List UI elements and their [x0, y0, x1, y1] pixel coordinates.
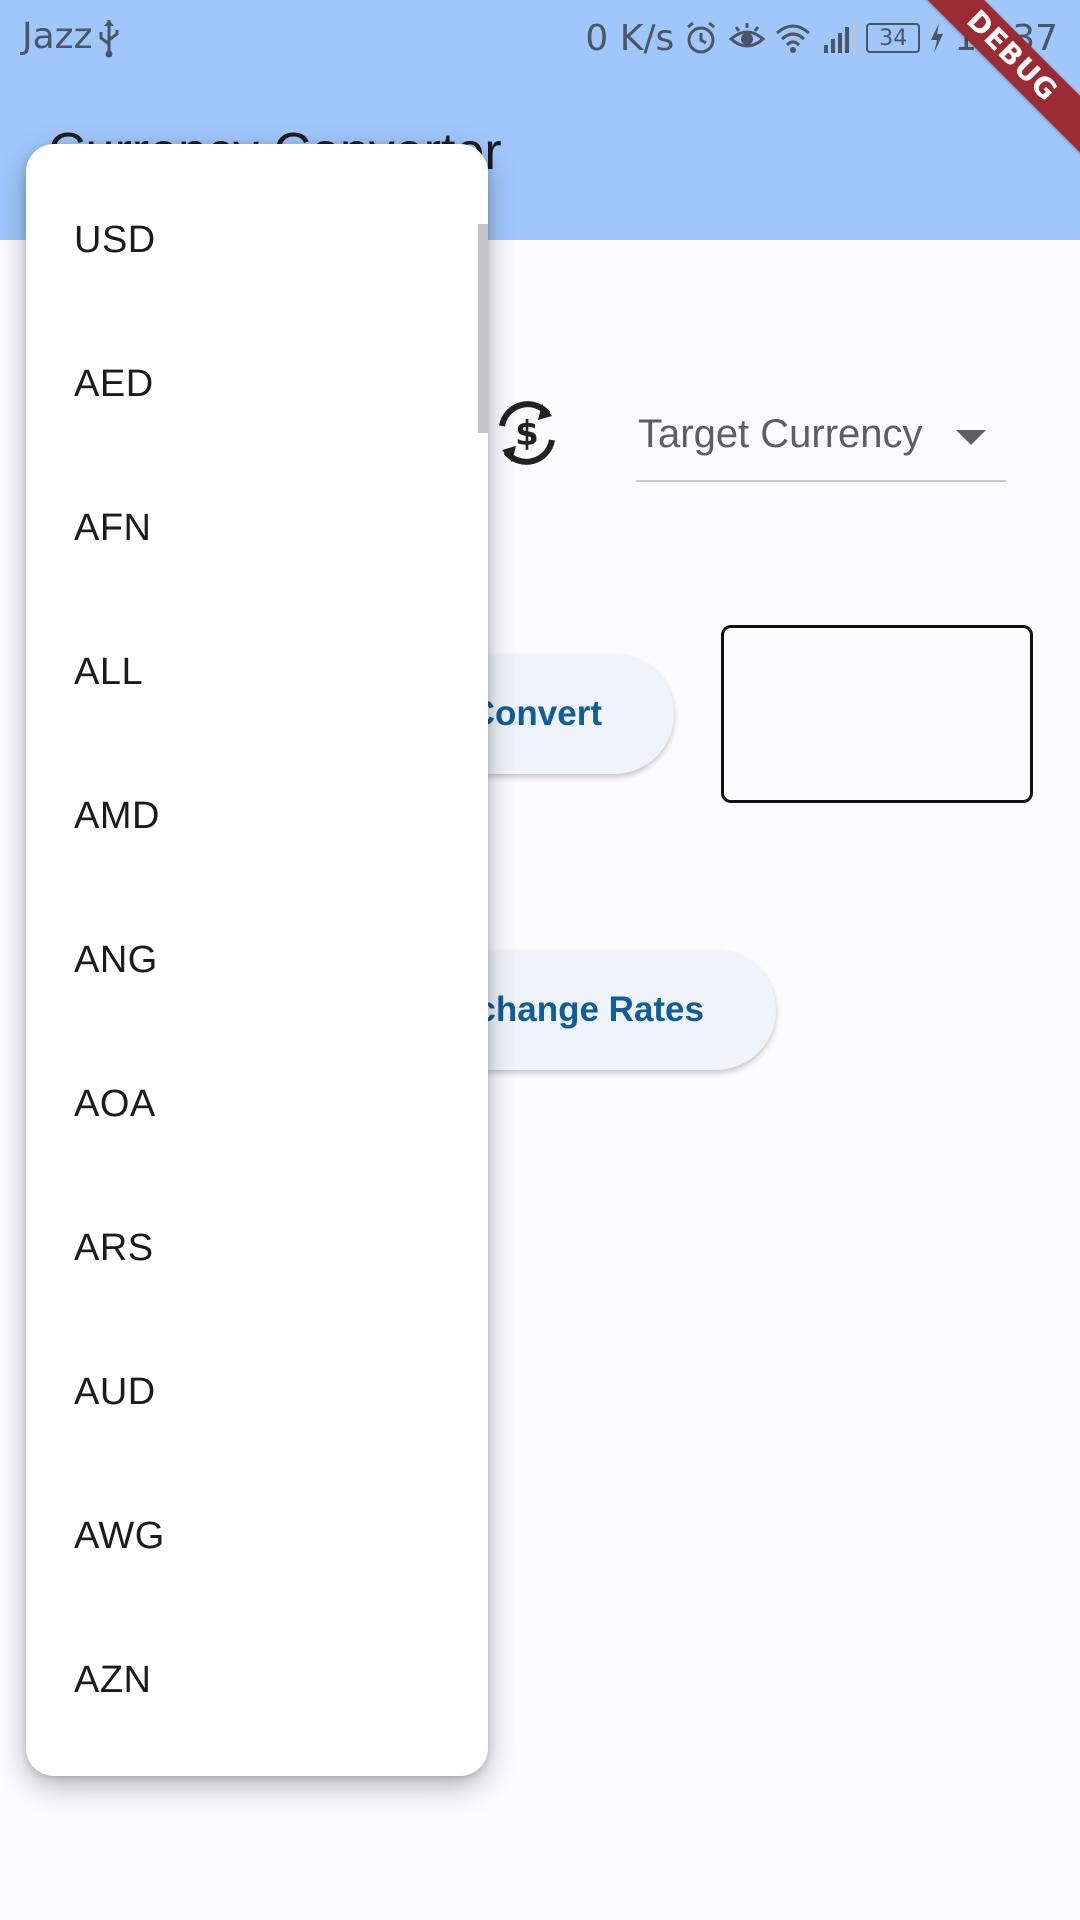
- menu-item-currency[interactable]: AUD: [26, 1320, 478, 1464]
- wifi-icon: [776, 24, 811, 53]
- menu-item-currency[interactable]: AZN: [26, 1608, 478, 1752]
- menu-item-currency[interactable]: ARS: [26, 1176, 478, 1320]
- target-currency-hint: Target Currency: [638, 412, 923, 456]
- menu-item-currency[interactable]: ALL: [26, 600, 478, 744]
- target-currency-dropdown[interactable]: Target Currency: [636, 404, 1006, 482]
- carrier-label: Jazz: [22, 16, 93, 57]
- menu-item-currency[interactable]: AED: [26, 312, 478, 456]
- result-output-box: [721, 625, 1033, 803]
- currency-dropdown-menu: USD AED AFN ALL AMD ANG AOA ARS AUD AWG …: [26, 144, 488, 1776]
- dropdown-arrow-icon: [956, 430, 986, 445]
- convert-button-label: Convert: [469, 694, 602, 733]
- menu-item-currency[interactable]: USD: [26, 168, 478, 312]
- menu-item-currency[interactable]: AFN: [26, 456, 478, 600]
- charging-icon: [931, 23, 944, 53]
- alarm-icon: [687, 21, 716, 54]
- menu-item-currency[interactable]: AOA: [26, 1032, 478, 1176]
- usb-icon: [99, 20, 119, 58]
- menu-item-currency[interactable]: ANG: [26, 888, 478, 1032]
- signal-icon: [824, 21, 857, 53]
- currency-exchange-icon[interactable]: $: [490, 396, 564, 470]
- battery-icon: 34: [866, 23, 921, 53]
- menu-item-currency[interactable]: AMD: [26, 744, 478, 888]
- screen: Jazz 0 K/s 34 DEBUG $ Target Currency Co…: [0, 0, 1080, 1920]
- eye-icon: [728, 23, 766, 48]
- menu-item-currency[interactable]: AWG: [26, 1464, 478, 1608]
- svg-text:$: $: [515, 414, 539, 454]
- network-speed: 0 K/s: [585, 17, 675, 59]
- menu-scrollbar[interactable]: [478, 224, 488, 433]
